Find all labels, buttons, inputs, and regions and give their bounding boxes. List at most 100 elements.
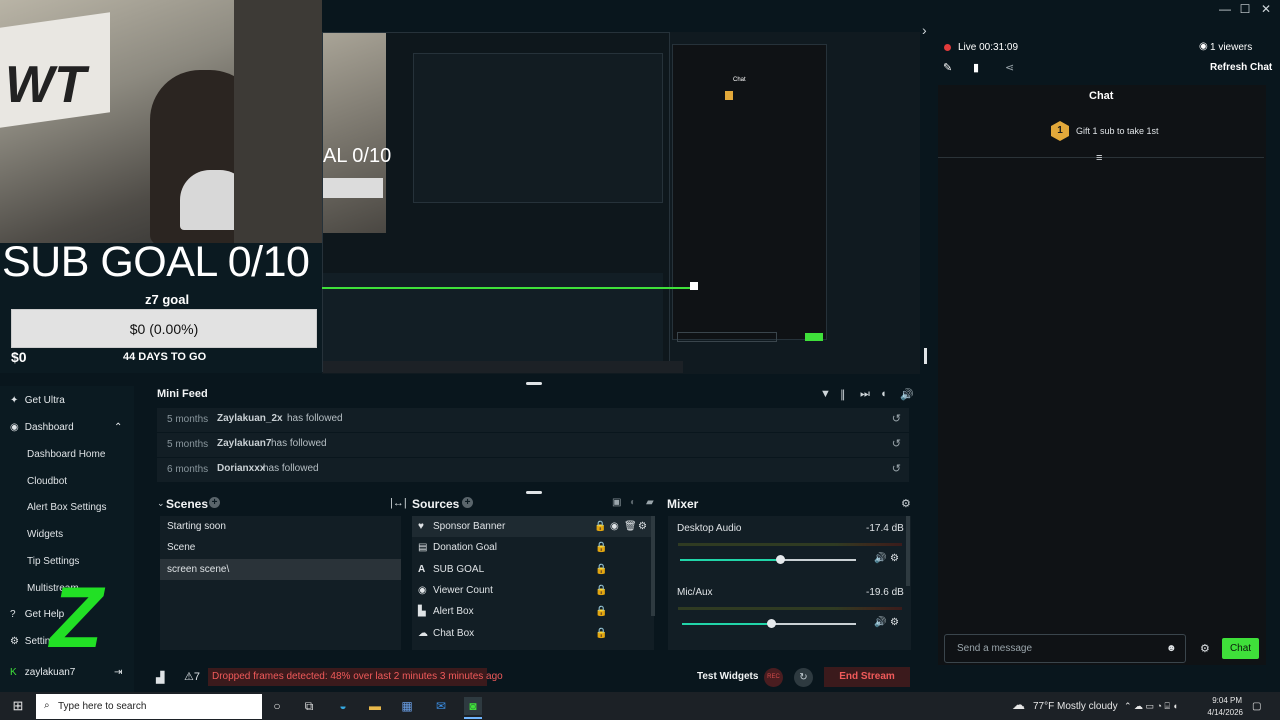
goal-progress-bar: $0 (0.00%) [11,309,317,348]
source-group-icon[interactable]: ▣ [612,497,621,508]
end-stream-button[interactable]: End Stream [824,667,910,687]
source-item[interactable]: ☁ Chat Box 🔒 [412,623,654,644]
scene-item-selected[interactable]: screen scene\ [160,559,401,580]
transform-handle[interactable] [690,282,698,290]
share-icon[interactable]: ⋖ [1005,61,1014,74]
volume-slider-knob[interactable] [767,619,776,628]
sidebar-item-dashboard-home[interactable]: Dashboard Home [27,449,105,460]
gear-icon[interactable]: ⚙ [890,617,899,628]
test-widgets-button[interactable]: Test Widgets [697,671,758,682]
refresh-chat-button[interactable]: Refresh Chat [1210,62,1272,73]
source-item[interactable]: ◉ Viewer Count 🔒 [412,580,654,601]
source-item[interactable]: A SUB GOAL 🔒 [412,559,654,580]
close-button[interactable]: ✕ [1254,0,1278,18]
gear-icon[interactable]: ⚙ [890,553,899,564]
help-icon: ? [10,609,16,620]
scene-item[interactable]: Scene [160,537,401,558]
preview-nested-chat: Chat [672,44,827,342]
file-explorer-icon[interactable]: ▬ [366,697,384,715]
preview-nested-editor: AL 0/10 [322,32,683,373]
lock-icon[interactable]: 🔒 [595,623,607,644]
replay-buffer-button[interactable]: ↻ [794,668,813,687]
replay-icon[interactable]: ↺ [892,437,901,450]
filter-icon[interactable]: ▼ [820,388,831,400]
lock-icon[interactable]: 🔒 [595,601,607,622]
chat-message-input[interactable]: Send a message [944,634,1186,663]
edit-stream-icon[interactable]: ✎ [943,61,952,74]
chat-resize-handle[interactable] [924,348,927,364]
sidebar-item-alert-box-settings[interactable]: Alert Box Settings [27,502,106,513]
store-icon[interactable]: ▦ [398,697,416,715]
source-mask-icon[interactable]: ◐ [630,497,636,508]
sources-scrollbar[interactable] [651,516,655,616]
taskbar-search-input[interactable]: Type here to search [36,694,262,719]
clock-time[interactable]: 9:04 PM [1208,696,1242,705]
streamlabs-taskbar-icon[interactable]: ◙ [464,697,482,715]
trash-icon[interactable]: 🗑 [624,516,637,537]
record-button[interactable]: REC [764,668,783,687]
lock-icon[interactable]: 🔒 [595,580,607,601]
lock-icon[interactable]: 🔒 [595,559,607,580]
sidebar-item-tip-settings[interactable]: Tip Settings [27,556,79,567]
cortana-icon[interactable]: ○ [268,697,286,715]
sidebar-item-cloudbot[interactable]: Cloudbot [27,476,67,487]
system-tray-icons[interactable]: ⌃ ☁ ▭ ◔ ⌸ ◖ [1124,701,1178,712]
gear-icon[interactable]: ⚙ [638,516,647,537]
chevron-down-icon[interactable]: ⌄ [157,498,165,509]
notifications-icon[interactable]: ⚠7 [184,670,200,683]
sidebar-item-get-ultra[interactable]: ✦ Get Ultra [10,395,65,406]
mixer-title: Mixer [667,497,699,511]
clock-date[interactable]: 4/14/2026 [1203,708,1243,717]
mail-icon[interactable]: ✉ [432,697,450,715]
speaker-icon[interactable]: 🔊 [874,617,886,628]
mixer-scrollbar[interactable] [906,516,910,586]
windows-start-icon[interactable]: ⊞ [9,697,27,715]
volume-icon[interactable]: 🔊 [900,388,914,401]
mute-alerts-icon[interactable]: ◖ [880,388,887,400]
emoji-icon[interactable]: ☻ [1166,643,1177,654]
dropped-frames-warning[interactable]: Dropped frames detected: 48% over last 2… [208,668,503,686]
scene-transition-icon[interactable]: |↔| [390,497,407,509]
speaker-icon[interactable]: 🔊 [874,553,886,564]
source-item[interactable]: ▤ Donation Goal 🔒 [412,537,654,558]
source-item[interactable]: ▙ Alert Box 🔒 [412,601,654,622]
gift-sub-text[interactable]: Gift 1 sub to take 1st [1076,126,1159,136]
task-view-icon[interactable]: ⧉ [300,697,318,715]
sidebar-item-label: Dashboard [24,422,74,433]
skip-icon[interactable]: ⏭ [860,388,870,401]
webcam-feed: WT [0,0,322,243]
add-scene-button[interactable]: + [209,497,220,508]
chat-send-button[interactable]: Chat [1222,638,1259,659]
chat-settings-icon[interactable]: ⚙ [1200,642,1210,655]
volume-slider-knob[interactable] [776,555,785,564]
sidebar-item-widgets[interactable]: Widgets [27,529,63,540]
nested-taskbar [323,361,683,373]
mixer-settings-icon[interactable]: ⚙ [901,497,911,510]
sidebar-item-dashboard[interactable]: ◉ Dashboard ⌃ [10,422,122,433]
folder-icon[interactable]: ▰ [646,497,654,508]
replay-icon[interactable]: ↺ [892,412,901,425]
stream-preview[interactable]: AL 0/10 Chat [322,32,920,374]
notification-center-icon[interactable]: ▢ [1252,701,1261,712]
edge-icon[interactable]: ◒ [334,697,352,715]
clip-icon[interactable]: ▮ [973,61,979,74]
preview-resize-handle[interactable] [526,382,542,385]
visibility-icon[interactable]: ◉ [610,516,619,537]
collapse-chat-icon[interactable]: › [922,22,927,38]
weather-text[interactable]: 77°F Mostly cloudy [1033,701,1118,712]
source-item[interactable]: ♥ Sponsor Banner 🔒 ◉ 🗑 ⚙ [412,516,654,537]
sidebar-user[interactable]: K zaylakuan7 ⇥ [10,667,122,678]
live-timer: Live 00:31:09 [958,42,1019,53]
stats-icon[interactable]: ▟ [156,671,164,684]
add-source-button[interactable]: + [462,497,473,508]
expand-leaderboard-icon[interactable]: ≡ [1096,152,1102,164]
nested-gift-badge [725,91,733,100]
pause-icon[interactable]: ∥ [840,388,846,401]
lock-icon[interactable]: 🔒 [595,537,607,558]
dock-resize-handle[interactable] [526,491,542,494]
sidebar-item-label: Get Ultra [24,395,65,406]
scene-item[interactable]: Starting soon [160,516,401,537]
feed-name: Zaylakuan_2x [217,413,283,424]
replay-icon[interactable]: ↺ [892,462,901,475]
lock-icon[interactable]: 🔒 [594,516,606,537]
